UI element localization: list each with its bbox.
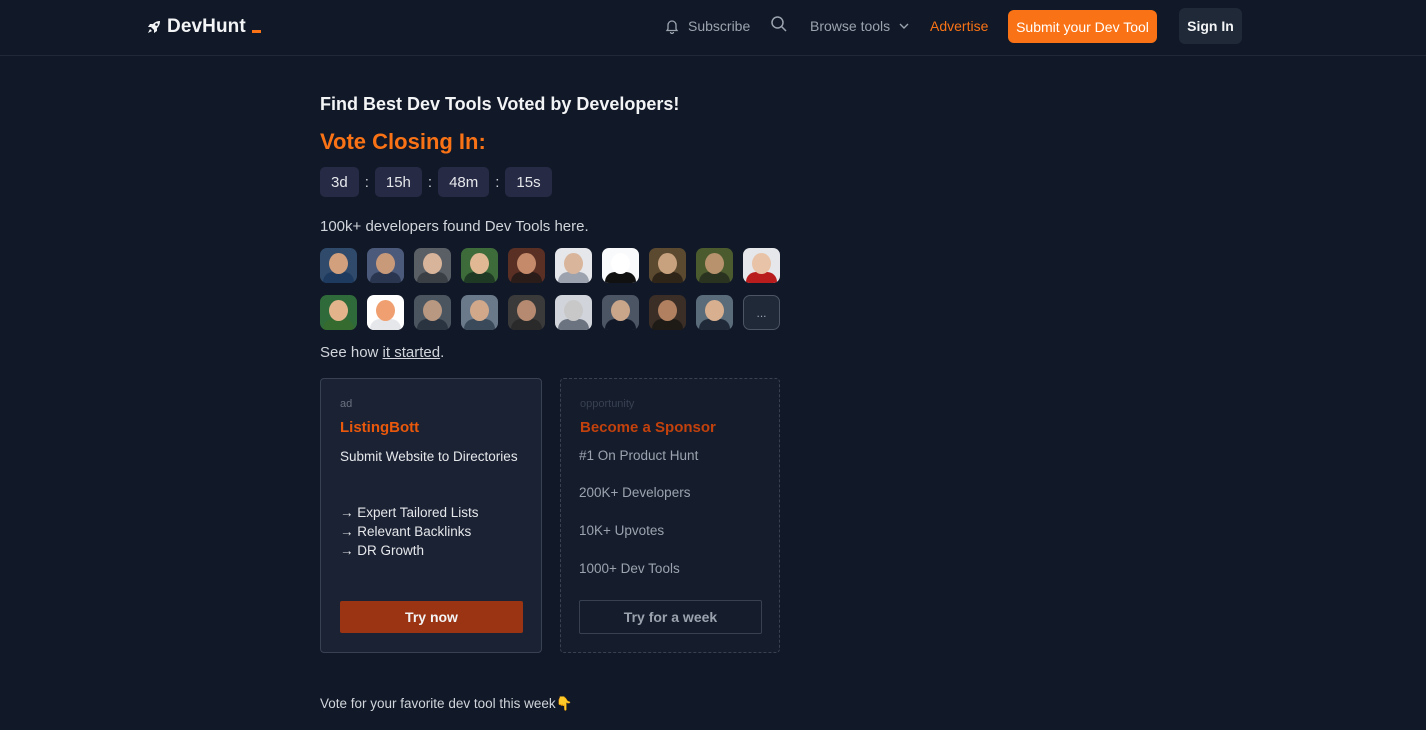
vote-closing-label: Vote Closing In: xyxy=(320,129,486,154)
see-how-prefix: See how xyxy=(320,344,383,361)
avatar[interactable] xyxy=(508,295,545,330)
chevron-down-icon xyxy=(899,23,909,29)
sign-in-button[interactable]: Sign In xyxy=(1179,8,1242,44)
avatar-head-shape xyxy=(470,253,489,274)
avatar[interactable] xyxy=(555,295,592,330)
avatar[interactable] xyxy=(743,248,780,283)
avatar[interactable] xyxy=(696,295,733,330)
avatar[interactable] xyxy=(649,295,686,330)
countdown-separator: : xyxy=(364,173,369,191)
it-started-link[interactable]: it started xyxy=(383,344,441,361)
avatar-head-shape xyxy=(376,300,395,321)
avatar-head-shape xyxy=(423,300,442,321)
avatar-head-shape xyxy=(517,300,536,321)
advertise-link[interactable]: Advertise xyxy=(930,16,988,36)
logo-text: DevHunt xyxy=(167,16,246,37)
sponsor-card: opportunity Become a Sponsor #1 On Produ… xyxy=(560,378,780,653)
countdown-timer: 3d : 15h : 48m : 15s xyxy=(320,167,552,197)
countdown-hours: 15h xyxy=(374,167,422,197)
countdown-days: 3d xyxy=(320,167,359,197)
top-navbar: DevHunt Subscribe Browse tools Advertise… xyxy=(0,0,1426,56)
submit-dev-tool-button[interactable]: Submit your Dev Tool xyxy=(1008,10,1157,43)
avatar[interactable] xyxy=(555,248,592,283)
avatar-head-shape xyxy=(658,253,677,274)
avatar-head-shape xyxy=(564,300,583,321)
ad-description: Submit Website to Directories xyxy=(340,449,518,464)
avatar[interactable] xyxy=(367,295,404,330)
page-headline: Find Best Dev Tools Voted by Developers! xyxy=(320,94,680,114)
sponsor-stat: #1 On Product Hunt xyxy=(579,448,699,463)
logo-cursor xyxy=(251,30,261,33)
developer-avatars: ... xyxy=(320,248,790,342)
avatar-head-shape xyxy=(376,253,395,274)
logo[interactable]: DevHunt xyxy=(146,15,261,39)
subscribe-label: Subscribe xyxy=(688,18,751,34)
subscribe-link[interactable]: Subscribe xyxy=(664,16,750,36)
countdown-minutes: 48m xyxy=(438,167,490,197)
avatar-head-shape xyxy=(611,253,630,274)
try-for-a-week-button[interactable]: Try for a week xyxy=(579,600,762,634)
rocket-icon xyxy=(148,21,160,33)
see-how-suffix: . xyxy=(440,344,445,361)
avatar[interactable] xyxy=(649,248,686,283)
sponsor-stat: 200K+ Developers xyxy=(579,485,691,500)
avatar[interactable] xyxy=(414,295,451,330)
avatar-head-shape xyxy=(705,253,724,274)
bell-icon xyxy=(665,20,679,34)
avatar-head-shape xyxy=(329,300,348,321)
avatar[interactable] xyxy=(696,248,733,283)
avatar-head-shape xyxy=(705,300,724,321)
avatar-head-shape xyxy=(423,253,442,274)
see-how-text: See how it started. xyxy=(320,344,444,361)
search-button[interactable] xyxy=(770,15,788,33)
avatar[interactable] xyxy=(461,248,498,283)
avatar[interactable] xyxy=(508,248,545,283)
avatar[interactable] xyxy=(320,248,357,283)
sponsor-title[interactable]: Become a Sponsor xyxy=(580,419,716,436)
ad-point: → Expert Tailored Lists xyxy=(340,505,479,520)
vote-favorite-text: Vote for your favorite dev tool this wee… xyxy=(320,696,573,711)
more-avatars-button[interactable]: ... xyxy=(743,295,780,330)
avatar-head-shape xyxy=(517,253,536,274)
avatar[interactable] xyxy=(602,248,639,283)
ad-tag: ad xyxy=(340,398,353,410)
avatar[interactable] xyxy=(414,248,451,283)
ad-point: → Relevant Backlinks xyxy=(340,524,472,539)
countdown-separator: : xyxy=(495,173,500,191)
avatar-row xyxy=(320,248,790,283)
avatar-head-shape xyxy=(611,300,630,321)
avatar-head-shape xyxy=(658,300,677,321)
avatar-head-shape xyxy=(329,253,348,274)
try-now-button[interactable]: Try now xyxy=(340,601,523,633)
ad-points-list: → Expert Tailored Lists → Relevant Backl… xyxy=(340,503,479,560)
avatar-row: ... xyxy=(320,295,790,330)
developers-found-text: 100k+ developers found Dev Tools here. xyxy=(320,218,589,235)
avatar[interactable] xyxy=(367,248,404,283)
countdown-seconds: 15s xyxy=(505,167,552,197)
sponsor-stat: 1000+ Dev Tools xyxy=(579,561,680,576)
ad-card: ad ListingBott Submit Website to Directo… xyxy=(320,378,542,653)
browse-tools-label: Browse tools xyxy=(810,18,891,34)
countdown-separator: : xyxy=(427,173,433,191)
sponsor-stat: 10K+ Upvotes xyxy=(579,523,665,538)
sponsor-tag: opportunity xyxy=(580,398,635,410)
search-icon xyxy=(771,16,787,32)
ad-point: → DR Growth xyxy=(340,543,425,558)
avatar[interactable] xyxy=(602,295,639,330)
avatar[interactable] xyxy=(320,295,357,330)
avatar[interactable] xyxy=(461,295,498,330)
avatar-head-shape xyxy=(564,253,583,274)
browse-tools-dropdown[interactable]: Browse tools xyxy=(810,16,910,36)
ad-title[interactable]: ListingBott xyxy=(340,419,419,436)
avatar-head-shape xyxy=(470,300,489,321)
avatar-head-shape xyxy=(752,253,771,274)
